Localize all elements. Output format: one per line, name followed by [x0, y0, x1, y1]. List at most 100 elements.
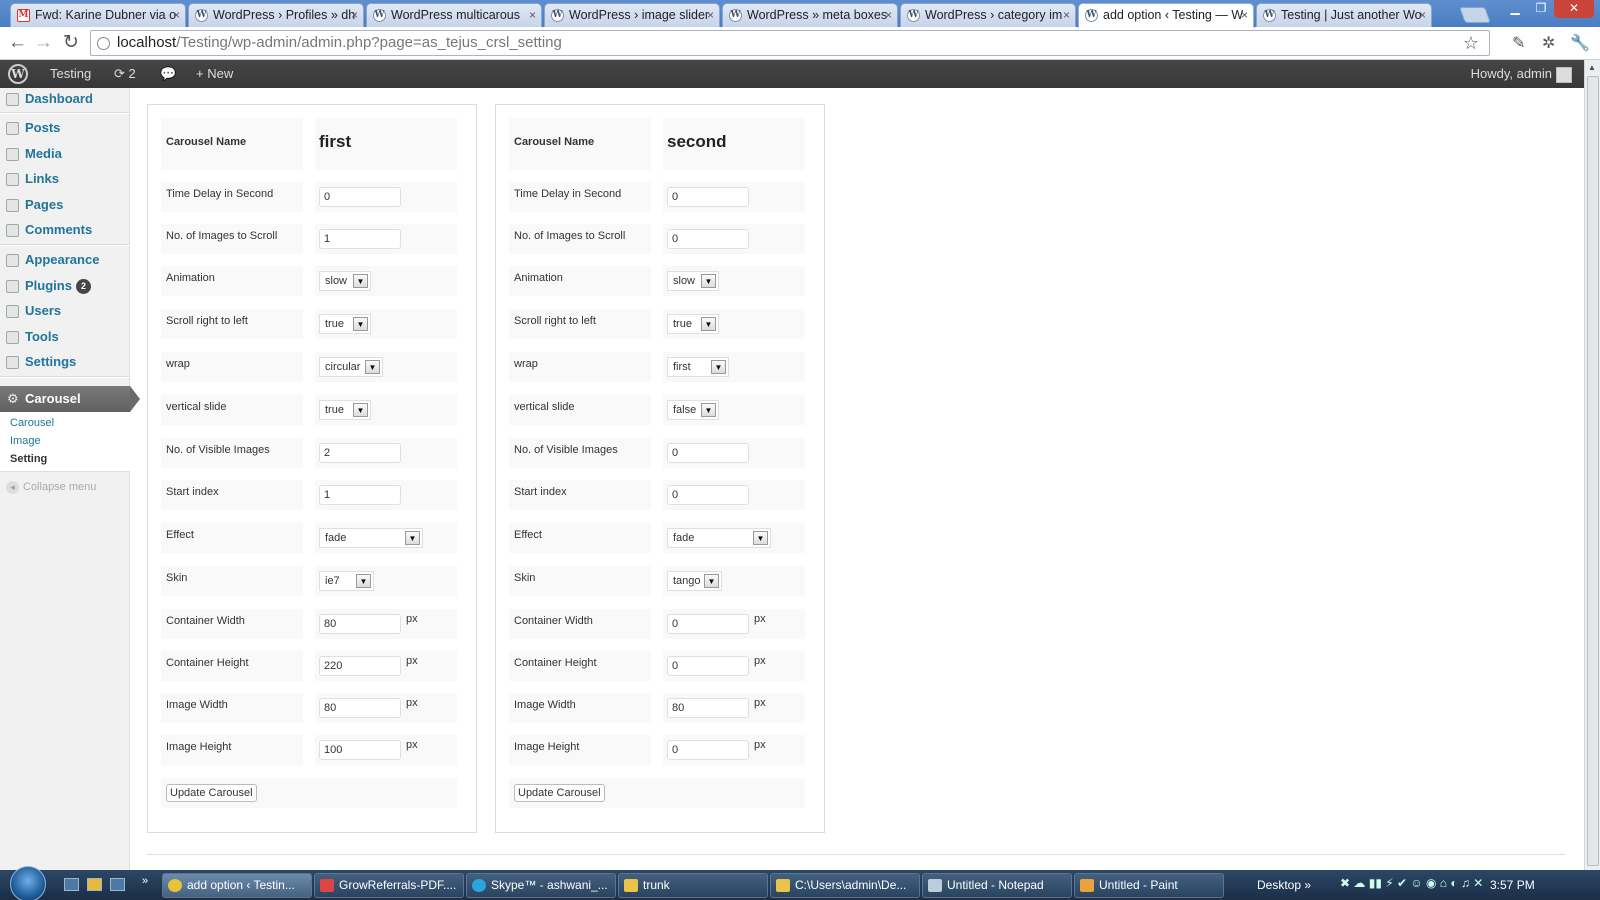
extension-icon[interactable]: ✲ — [1542, 33, 1555, 53]
taskbar-item[interactable]: Untitled - Paint — [1074, 873, 1224, 898]
page-scrollbar[interactable]: ▲ — [1584, 60, 1600, 870]
update-carousel-button[interactable]: Update Carousel — [166, 784, 257, 802]
updates-link[interactable]: ⟳ 2 — [114, 60, 136, 88]
taskbar-item[interactable]: GrowReferrals-PDF.... — [314, 873, 464, 898]
browser-tab[interactable]: W WordPress » meta boxes × — [722, 3, 898, 27]
collapse-menu-button[interactable]: ◂ Collapse menu — [6, 481, 96, 494]
wrap-select[interactable]: first ▼ — [667, 357, 729, 377]
animation-select[interactable]: slow ▼ — [319, 271, 371, 291]
image-height-input[interactable] — [319, 740, 401, 760]
image-width-input[interactable] — [667, 698, 749, 718]
close-window-icon[interactable]: ✕ — [1554, 0, 1594, 18]
new-content-link[interactable]: + New — [196, 60, 233, 88]
sidebar-item-pages[interactable]: Pages — [0, 194, 130, 220]
chevron-down-icon[interactable]: ▼ — [353, 317, 368, 331]
visible-images-input[interactable] — [319, 443, 401, 463]
account-menu[interactable]: Howdy, admin — [1471, 60, 1572, 88]
media-player-icon[interactable] — [110, 878, 125, 891]
chevron-down-icon[interactable]: ▼ — [701, 274, 716, 288]
close-tab-icon[interactable]: × — [173, 4, 180, 26]
sidebar-item-links[interactable]: Links — [0, 168, 130, 194]
close-tab-icon[interactable]: × — [1419, 4, 1426, 26]
url-text[interactable]: localhost/Testing/wp-admin/admin.php?pag… — [117, 34, 562, 51]
chevron-down-icon[interactable]: ▼ — [704, 574, 719, 588]
effect-select[interactable]: fade ▼ — [667, 528, 771, 548]
browser-tab[interactable]: W WordPress › category im × — [900, 3, 1076, 27]
wrench-icon[interactable]: 🔧 — [1570, 33, 1590, 53]
sidebar-item-posts[interactable]: Posts — [0, 117, 130, 143]
scrollbar-thumb[interactable] — [1587, 76, 1599, 866]
close-tab-icon[interactable]: × — [351, 4, 358, 26]
sidebar-item-tools[interactable]: Tools — [0, 326, 130, 352]
submenu-item-setting[interactable]: Setting — [10, 453, 47, 465]
browser-tab[interactable]: W Testing | Just another Wo × — [1256, 3, 1432, 27]
sidebar-item-plugins[interactable]: Plugins 2 — [0, 275, 130, 301]
comments-bubble-icon[interactable]: 💬 — [160, 60, 176, 88]
sidebar-item-media[interactable]: Media — [0, 143, 130, 169]
vertical-select[interactable]: true ▼ — [319, 400, 371, 420]
chevron-down-icon[interactable]: ▼ — [701, 403, 716, 417]
images-to-scroll-input[interactable] — [319, 229, 401, 249]
start-button[interactable] — [10, 866, 46, 900]
time-delay-input[interactable] — [667, 187, 749, 207]
browser-tab[interactable]: W WordPress › Profiles » dh × — [188, 3, 364, 27]
dropper-icon[interactable]: ✎ — [1512, 33, 1525, 53]
desktop-toolbar[interactable]: Desktop » — [1257, 878, 1311, 892]
sidebar-item-users[interactable]: Users — [0, 300, 130, 326]
chevron-down-icon[interactable]: ▼ — [365, 360, 380, 374]
quick-launch-more-icon[interactable]: » — [142, 875, 148, 887]
start-index-input[interactable] — [667, 485, 749, 505]
browser-tab-active[interactable]: Wadd option ‹ Testing — W × — [1078, 3, 1254, 28]
taskbar-item[interactable]: Untitled - Notepad — [922, 873, 1072, 898]
visible-images-input[interactable] — [667, 443, 749, 463]
chevron-down-icon[interactable]: ▼ — [356, 574, 371, 588]
close-tab-icon[interactable]: × — [707, 4, 714, 26]
chevron-down-icon[interactable]: ▼ — [701, 317, 716, 331]
scroll-rtl-select[interactable]: true ▼ — [667, 314, 719, 334]
submenu-item-image[interactable]: Image — [10, 435, 41, 447]
reload-icon[interactable]: ↻ — [63, 32, 79, 54]
bookmark-star-icon[interactable]: ☆ — [1463, 33, 1479, 54]
taskbar-item[interactable]: Skype™ - ashwani_... — [466, 873, 616, 898]
close-tab-icon[interactable]: × — [885, 4, 892, 26]
close-tab-icon[interactable]: × — [1063, 4, 1070, 26]
wrap-select[interactable]: circular ▼ — [319, 357, 383, 377]
time-delay-input[interactable] — [319, 187, 401, 207]
chevron-down-icon[interactable]: ▼ — [711, 360, 726, 374]
effect-select[interactable]: fade ▼ — [319, 528, 423, 548]
close-tab-icon[interactable]: × — [1241, 4, 1248, 26]
restore-icon[interactable]: ❐ — [1528, 0, 1554, 18]
wordpress-logo-icon[interactable]: W — [8, 64, 28, 84]
image-width-input[interactable] — [319, 698, 401, 718]
address-bar[interactable]: localhost/Testing/wp-admin/admin.php?pag… — [90, 30, 1490, 56]
show-desktop-icon[interactable] — [64, 878, 79, 891]
vertical-select[interactable]: false ▼ — [667, 400, 719, 420]
scroll-up-icon[interactable]: ▲ — [1588, 63, 1596, 72]
browser-tab[interactable]: W WordPress multicarous × — [366, 3, 542, 27]
sidebar-item-appearance[interactable]: Appearance — [0, 249, 130, 275]
start-index-input[interactable] — [319, 485, 401, 505]
taskbar-item[interactable]: trunk — [618, 873, 768, 898]
back-icon[interactable]: ← — [8, 32, 27, 54]
scroll-rtl-select[interactable]: true ▼ — [319, 314, 371, 334]
chevron-down-icon[interactable]: ▼ — [353, 274, 368, 288]
image-height-input[interactable] — [667, 740, 749, 760]
new-tab-button[interactable] — [1459, 7, 1491, 23]
update-carousel-button[interactable]: Update Carousel — [514, 784, 605, 802]
container-width-input[interactable] — [667, 614, 749, 634]
system-tray[interactable]: ✖ ☁ ▮▮ ⚡ ✔ ☺ ◉ ⌂ ◐ ♫ ✕ — [1340, 876, 1483, 890]
browser-tab[interactable]: W WordPress › image slider × — [544, 3, 720, 27]
folder-icon[interactable] — [87, 878, 102, 891]
taskbar-clock[interactable]: 3:57 PM — [1490, 878, 1535, 892]
forward-icon[interactable]: → — [34, 32, 53, 54]
submenu-item-carousel[interactable]: Carousel — [10, 417, 54, 429]
minimize-icon[interactable]: ▁ — [1502, 0, 1528, 18]
container-height-input[interactable] — [319, 656, 401, 676]
sidebar-item-comments[interactable]: Comments — [0, 219, 130, 245]
chevron-down-icon[interactable]: ▼ — [405, 531, 420, 545]
close-tab-icon[interactable]: × — [529, 4, 536, 26]
chevron-down-icon[interactable]: ▼ — [353, 403, 368, 417]
taskbar-item[interactable]: C:\Users\admin\De... — [770, 873, 920, 898]
sidebar-item-settings[interactable]: Settings — [0, 351, 130, 377]
site-name-link[interactable]: Testing — [50, 60, 91, 88]
